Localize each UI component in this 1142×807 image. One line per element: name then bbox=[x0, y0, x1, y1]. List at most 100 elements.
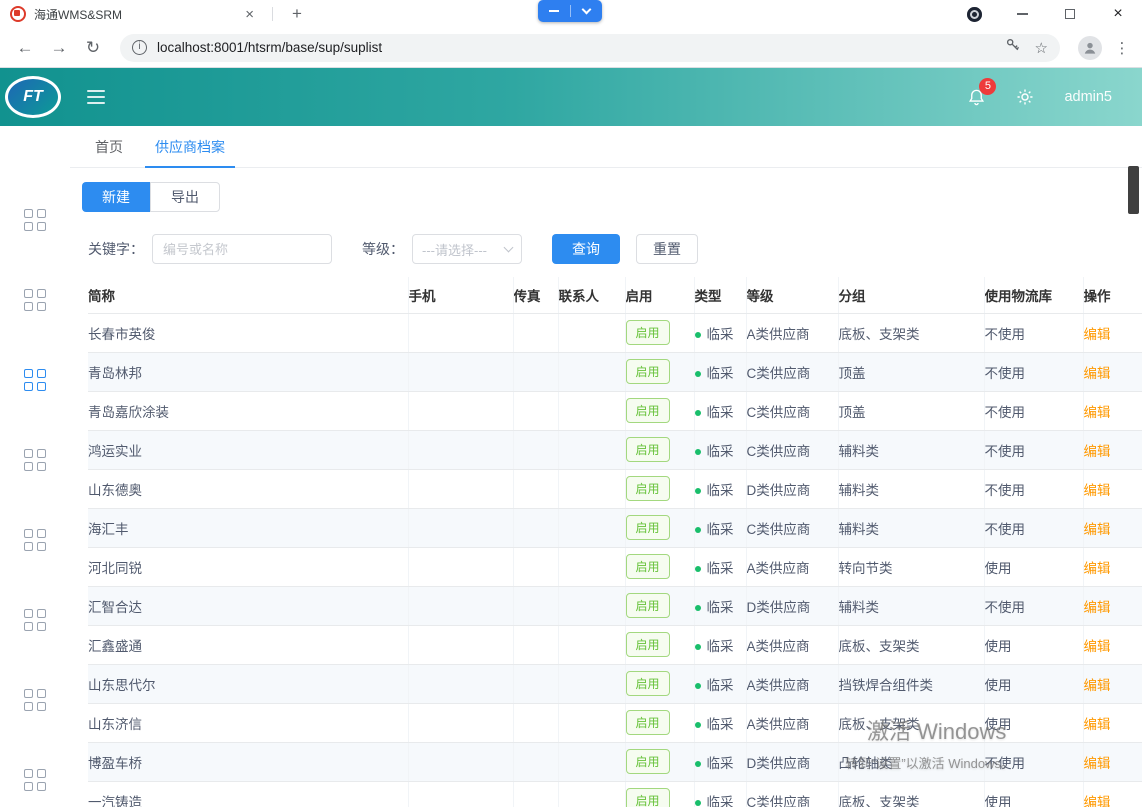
reload-button[interactable]: ↻ bbox=[76, 38, 110, 58]
menu-toggle-icon[interactable] bbox=[87, 90, 105, 104]
profile-avatar[interactable] bbox=[1078, 36, 1102, 60]
enable-badge[interactable]: 启用 bbox=[626, 437, 670, 462]
logo-text: FT bbox=[23, 88, 43, 106]
fax-cell bbox=[513, 703, 558, 742]
table-row: 长春市英俊启用临采A类供应商底板、支架类不使用编辑 bbox=[88, 313, 1142, 352]
window-maximize-button[interactable] bbox=[1046, 0, 1094, 28]
window-minimize-button[interactable] bbox=[998, 0, 1046, 28]
site-info-icon[interactable]: i bbox=[132, 40, 147, 55]
scrollbar-thumb[interactable] bbox=[1128, 166, 1139, 214]
mobile-cell bbox=[408, 430, 513, 469]
level-cell: A类供应商 bbox=[746, 664, 838, 703]
enable-badge[interactable]: 启用 bbox=[626, 359, 670, 384]
key-icon[interactable] bbox=[1005, 37, 1021, 58]
window-close-button[interactable]: × bbox=[1094, 0, 1142, 28]
type-cell: 临采 bbox=[694, 352, 746, 391]
fax-cell bbox=[513, 664, 558, 703]
tab-close-icon[interactable]: × bbox=[241, 5, 258, 24]
enable-badge[interactable]: 启用 bbox=[626, 632, 670, 657]
status-dot-icon bbox=[695, 449, 701, 455]
status-dot-icon bbox=[695, 761, 701, 767]
username[interactable]: admin5 bbox=[1064, 89, 1112, 105]
mobile-cell bbox=[408, 703, 513, 742]
new-button[interactable]: 新建 bbox=[82, 182, 150, 212]
table-row: 一汽铸造启用临采C类供应商底板、支架类使用编辑 bbox=[88, 781, 1142, 807]
enable-badge[interactable]: 启用 bbox=[626, 398, 670, 423]
edit-link[interactable]: 编辑 bbox=[1084, 522, 1111, 537]
enable-badge[interactable]: 启用 bbox=[626, 671, 670, 696]
type-cell: 临采 bbox=[694, 586, 746, 625]
forward-button[interactable]: → bbox=[42, 38, 76, 58]
widget-minimize-button[interactable] bbox=[538, 0, 570, 22]
enable-badge[interactable]: 启用 bbox=[626, 593, 670, 618]
browser-menu-icon[interactable]: ⋮ bbox=[1110, 39, 1134, 57]
contact-cell bbox=[558, 664, 625, 703]
enable-badge[interactable]: 启用 bbox=[626, 710, 670, 735]
fax-cell bbox=[513, 547, 558, 586]
edit-link[interactable]: 编辑 bbox=[1084, 678, 1111, 693]
enable-badge[interactable]: 启用 bbox=[626, 788, 670, 807]
query-button[interactable]: 查询 bbox=[552, 234, 620, 264]
keyword-input[interactable] bbox=[152, 234, 332, 264]
level-cell: A类供应商 bbox=[746, 625, 838, 664]
bookmark-star-icon[interactable]: ☆ bbox=[1035, 39, 1048, 57]
name-cell: 青岛嘉欣涂装 bbox=[88, 391, 408, 430]
browser-tab-strip: 海通WMS&SRM × + × bbox=[0, 0, 1142, 28]
enable-badge[interactable]: 启用 bbox=[626, 749, 670, 774]
grid-menu-icon[interactable] bbox=[24, 609, 46, 631]
grid-menu-icon[interactable] bbox=[24, 369, 46, 391]
edit-link[interactable]: 编辑 bbox=[1084, 639, 1111, 654]
grid-menu-icon[interactable] bbox=[24, 529, 46, 551]
fax-cell bbox=[513, 313, 558, 352]
grid-menu-icon[interactable] bbox=[24, 689, 46, 711]
edit-link[interactable]: 编辑 bbox=[1084, 717, 1111, 732]
enable-badge[interactable]: 启用 bbox=[626, 515, 670, 540]
enable-cell: 启用 bbox=[625, 703, 694, 742]
tab-home[interactable]: 首页 bbox=[95, 126, 123, 168]
level-cell: C类供应商 bbox=[746, 781, 838, 807]
name-cell: 海汇丰 bbox=[88, 508, 408, 547]
edit-link[interactable]: 编辑 bbox=[1084, 327, 1111, 342]
url-text[interactable]: localhost:8001/htsrm/base/sup/suplist bbox=[157, 40, 1005, 55]
grid-menu-icon[interactable] bbox=[24, 769, 46, 791]
gear-icon bbox=[1016, 88, 1034, 106]
edit-link[interactable]: 编辑 bbox=[1084, 561, 1111, 576]
status-circle-icon[interactable] bbox=[950, 0, 998, 28]
enable-cell: 启用 bbox=[625, 469, 694, 508]
settings-button[interactable] bbox=[1016, 88, 1034, 106]
address-bar[interactable]: i localhost:8001/htsrm/base/sup/suplist … bbox=[120, 34, 1060, 62]
type-cell: 临采 bbox=[694, 703, 746, 742]
enable-badge[interactable]: 启用 bbox=[626, 320, 670, 345]
grid-menu-icon[interactable] bbox=[24, 209, 46, 231]
enable-cell: 启用 bbox=[625, 664, 694, 703]
notifications-button[interactable]: 5 bbox=[967, 88, 986, 107]
edit-link[interactable]: 编辑 bbox=[1084, 756, 1111, 771]
grid-menu-icon[interactable] bbox=[24, 289, 46, 311]
widget-expand-button[interactable] bbox=[571, 0, 603, 22]
tab-supplier-archive[interactable]: 供应商档案 bbox=[155, 126, 225, 168]
reset-button[interactable]: 重置 bbox=[636, 234, 698, 264]
table-row: 河北同锐启用临采A类供应商转向节类使用编辑 bbox=[88, 547, 1142, 586]
group-cell: 凸轮轴类 bbox=[838, 742, 984, 781]
level-select[interactable]: ---请选择--- bbox=[412, 234, 522, 264]
edit-link[interactable]: 编辑 bbox=[1084, 600, 1111, 615]
edit-link[interactable]: 编辑 bbox=[1084, 483, 1111, 498]
group-cell: 顶盖 bbox=[838, 391, 984, 430]
table-row: 青岛林邦启用临采C类供应商顶盖不使用编辑 bbox=[88, 352, 1142, 391]
back-button[interactable]: ← bbox=[8, 38, 42, 58]
contact-cell bbox=[558, 469, 625, 508]
grid-menu-icon[interactable] bbox=[24, 449, 46, 471]
enable-badge[interactable]: 启用 bbox=[626, 476, 670, 501]
enable-badge[interactable]: 启用 bbox=[626, 554, 670, 579]
edit-link[interactable]: 编辑 bbox=[1084, 444, 1111, 459]
edit-link[interactable]: 编辑 bbox=[1084, 405, 1111, 420]
edit-link[interactable]: 编辑 bbox=[1084, 795, 1111, 807]
level-cell: C类供应商 bbox=[746, 391, 838, 430]
name-cell: 山东济信 bbox=[88, 703, 408, 742]
fax-cell bbox=[513, 586, 558, 625]
page-tabs: 首页 供应商档案 bbox=[70, 126, 1142, 168]
browser-tab[interactable]: 海通WMS&SRM × bbox=[0, 0, 268, 28]
edit-link[interactable]: 编辑 bbox=[1084, 366, 1111, 381]
export-button[interactable]: 导出 bbox=[150, 182, 220, 212]
new-tab-button[interactable]: + bbox=[284, 1, 310, 27]
